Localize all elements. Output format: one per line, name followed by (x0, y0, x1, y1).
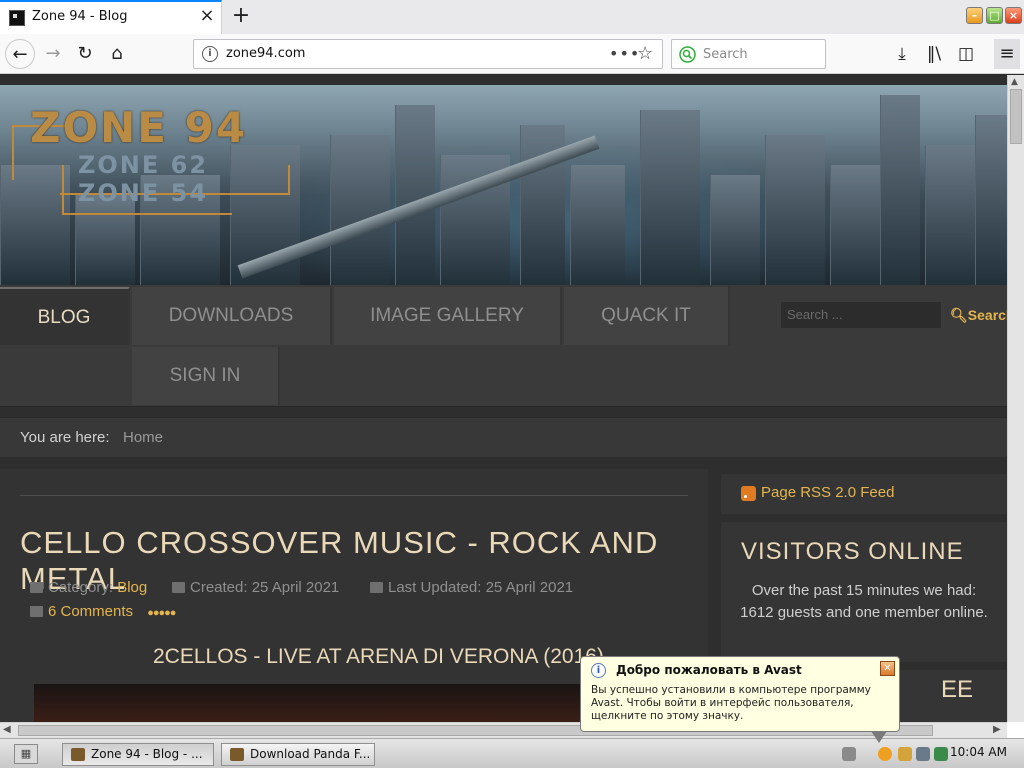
info-icon: i (591, 663, 606, 678)
taskbar-item-panda[interactable]: Download Panda F... (221, 743, 375, 766)
logo-subtitle-1: ZONE 62 (78, 151, 209, 179)
notification-close-icon[interactable]: ✕ (880, 661, 895, 676)
security-tray-icon[interactable] (934, 747, 948, 761)
tray-icon-2[interactable] (898, 747, 912, 761)
avast-tray-icon[interactable] (878, 747, 892, 761)
page-actions-icon[interactable]: ••• (609, 44, 640, 63)
article-subtitle: 2CELLOS - LIVE AT ARENA DI VERONA (2016) (153, 645, 604, 668)
tab-title: Zone 94 - Blog (32, 9, 128, 24)
breadcrumb-label: You are here: (20, 429, 110, 446)
meta-category: Category: Blog (30, 579, 147, 596)
divider (20, 495, 688, 496)
window-minimize-button[interactable]: – (966, 7, 983, 24)
menu-item-image-gallery[interactable]: IMAGE GALLERY (334, 287, 562, 345)
logo-subtitle-2: ZONE 54 (78, 179, 209, 207)
avast-notification[interactable]: i Добро пожаловать в Avast ✕ Вы успешно … (580, 656, 900, 743)
menu-item-blog[interactable]: BLOG (0, 287, 130, 345)
site-logo[interactable]: ZONE 94 (30, 103, 247, 152)
visitors-text: Over the past 15 minutes we had: 1612 gu… (740, 582, 988, 621)
calendar-icon (172, 582, 185, 593)
browser-app-icon (71, 748, 85, 761)
site-search-input[interactable]: Search ... (780, 301, 942, 329)
search-button-label: Search (967, 307, 1007, 323)
tab-bar: Zone 94 - Blog × + – □ × (0, 0, 1024, 34)
rss-icon (741, 486, 756, 501)
rss-link[interactable]: Page RSS 2.0 Feed (761, 484, 894, 501)
web-page: ZONE 94 ZONE 62 ZONE 54 BLOG DOWNLOADS I… (0, 75, 1007, 722)
menu-item-downloads[interactable]: DOWNLOADS (132, 287, 332, 345)
sidebar-icon[interactable]: ◫ (955, 43, 977, 65)
meta-created: Created: 25 April 2021 (172, 579, 339, 596)
taskbar-clock[interactable]: 10:04 AM (950, 745, 1007, 759)
network-tray-icon[interactable] (916, 747, 930, 761)
search-engine-icon (679, 46, 696, 63)
vertical-scroll-thumb[interactable] (1010, 89, 1022, 144)
visitors-box: VISITORS ONLINE Over the past 15 minutes… (721, 522, 1007, 662)
folder-icon (30, 582, 43, 593)
notification-message: Вы успешно установили в компьютере прогр… (591, 684, 871, 722)
notification-title: Добро пожаловать в Avast (616, 663, 802, 677)
calendar-icon (370, 582, 383, 593)
scroll-corner (1007, 722, 1024, 738)
back-icon[interactable]: ← (5, 39, 35, 69)
category-link[interactable]: Blog (117, 579, 147, 596)
meta-updated: Last Updated: 25 April 2021 (370, 579, 573, 596)
reload-icon[interactable]: ↻ (70, 39, 100, 69)
tab-close-icon[interactable]: × (197, 6, 217, 26)
vertical-scrollbar[interactable]: ▲ (1007, 75, 1024, 722)
url-text[interactable]: zone94.com (226, 46, 305, 61)
window-maximize-button[interactable]: □ (986, 7, 1003, 24)
scroll-up-icon[interactable]: ▲ (1011, 77, 1018, 87)
site-favicon-icon (9, 10, 25, 26)
scroll-left-icon[interactable]: ◀ (3, 724, 11, 735)
bookmark-star-icon[interactable]: ☆ (637, 43, 653, 64)
forward-icon[interactable]: → (38, 39, 68, 69)
notification-pointer (871, 731, 887, 743)
breadcrumb: You are here: Home (0, 417, 1007, 457)
video-embed[interactable] (34, 684, 674, 722)
site-search-button[interactable]: 🔍︎Search (944, 301, 1007, 329)
main-menu: BLOG DOWNLOADS IMAGE GALLERY QUACK IT SI… (0, 285, 1007, 407)
menu-item-quack-it[interactable]: QUACK IT (564, 287, 730, 345)
navigation-toolbar: ← → ↻ ⌂ i zone94.com ••• ☆ Search ⤓ ‖\ ◫… (0, 34, 1024, 74)
site-banner: ZONE 94 ZONE 62 ZONE 54 (0, 85, 1007, 285)
hamburger-menu-icon[interactable]: ≡ (994, 39, 1020, 69)
taskbar-item-zone94[interactable]: Zone 94 - Blog - ... (62, 743, 214, 766)
info-icon[interactable]: i (202, 46, 218, 62)
visitors-title: VISITORS ONLINE (741, 538, 964, 565)
window-close-button[interactable]: × (1005, 7, 1022, 24)
download-icon[interactable]: ⤓ (891, 43, 913, 65)
browser-tab[interactable]: Zone 94 - Blog × (0, 0, 222, 34)
rss-box: Page RSS 2.0 Feed (721, 474, 1007, 514)
search-icon: 🔍︎ (950, 307, 968, 323)
library-icon[interactable]: ‖\ (923, 43, 945, 65)
breadcrumb-home-link[interactable]: Home (123, 429, 163, 446)
start-menu-icon[interactable]: ▦ (14, 744, 38, 764)
partial-heading: EE (941, 676, 974, 703)
menu-item-sign-in[interactable]: SIGN IN (132, 347, 280, 405)
browser-search-input[interactable]: Search (671, 39, 826, 69)
browser-app-icon (230, 748, 244, 761)
meta-comments: 6 Comments ●●●●● (30, 603, 176, 620)
keyboard-tray-icon[interactable] (842, 747, 856, 761)
comment-icon (30, 606, 43, 617)
new-tab-icon[interactable]: + (228, 3, 254, 29)
rating-stars-icon[interactable]: ●●●●● (147, 607, 176, 619)
comments-link[interactable]: 6 Comments (48, 603, 133, 620)
search-placeholder: Search (703, 47, 748, 62)
home-icon[interactable]: ⌂ (102, 39, 132, 69)
scroll-right-icon[interactable]: ▶ (993, 724, 1001, 735)
url-bar[interactable]: i zone94.com ••• ☆ (193, 39, 663, 69)
